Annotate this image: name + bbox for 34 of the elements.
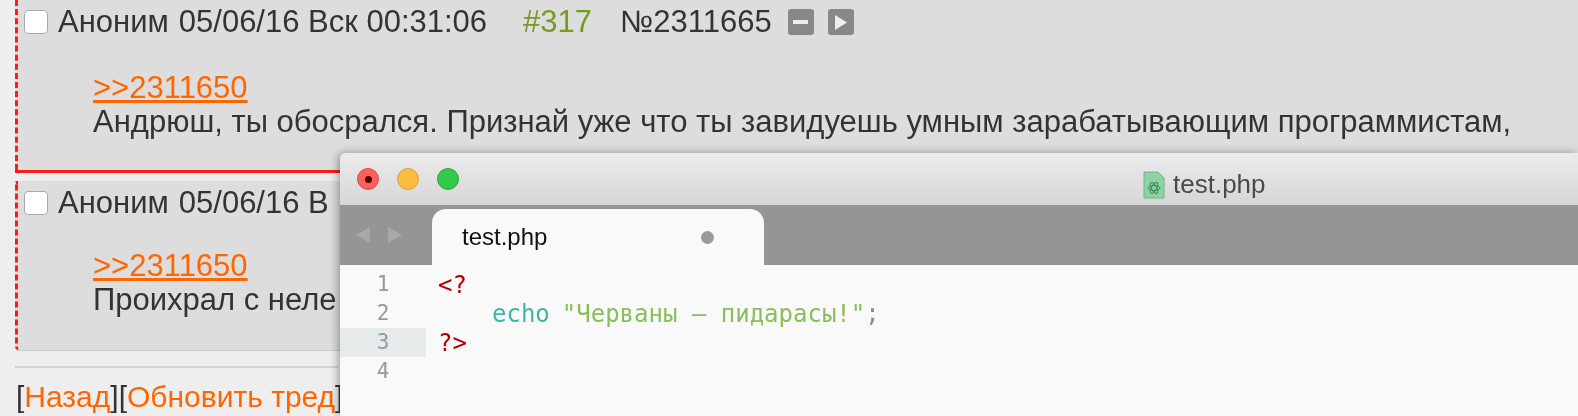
reply-link[interactable]: >>2311650: [93, 248, 248, 283]
post-message: Проихрал с неле: [93, 282, 337, 317]
file-icon: [1143, 170, 1165, 199]
line-number: 3: [340, 328, 426, 357]
play-button[interactable]: [827, 9, 854, 35]
post-index: #317: [523, 4, 593, 40]
close-button[interactable]: [357, 168, 379, 190]
bracket-text: ][: [110, 380, 127, 414]
post-checkbox[interactable]: [24, 10, 48, 34]
zoom-button[interactable]: [437, 168, 459, 190]
code-token: echo: [492, 298, 550, 330]
code-token: <?: [438, 269, 467, 301]
reply-link[interactable]: >>2311650: [93, 70, 248, 105]
bracket-text: [: [16, 380, 25, 414]
post-datetime: 05/06/16 Вск 00:31:06: [178, 4, 488, 40]
post-message: Андрюш, ты обосрался. Признай уже что ты завидуешь умным зарабатывающим программистам,: [93, 104, 1512, 139]
line-number: 2: [375, 299, 391, 327]
hide-button[interactable]: [787, 9, 814, 35]
post-checkbox[interactable]: [24, 191, 48, 215]
code-token: ;: [865, 298, 880, 330]
line-number: 1: [375, 270, 391, 298]
code-token: "Черваны – пидарасы!": [561, 298, 866, 330]
code-token: ?>: [438, 327, 467, 359]
editor-tab[interactable]: test.php: [432, 209, 764, 265]
nav-link[interactable]: Обновить тред: [127, 380, 336, 414]
window-title: test.php: [1173, 168, 1266, 201]
minimize-button[interactable]: [397, 168, 419, 190]
play-icon: [834, 14, 848, 30]
post-datetime: 05/06/16 В: [178, 185, 329, 221]
post-author: Аноним: [58, 185, 169, 221]
post-number[interactable]: №2311665: [620, 4, 772, 40]
nav-link[interactable]: Назад: [24, 380, 111, 414]
post-author: Аноним: [58, 4, 169, 40]
line-number: 4: [375, 357, 391, 385]
